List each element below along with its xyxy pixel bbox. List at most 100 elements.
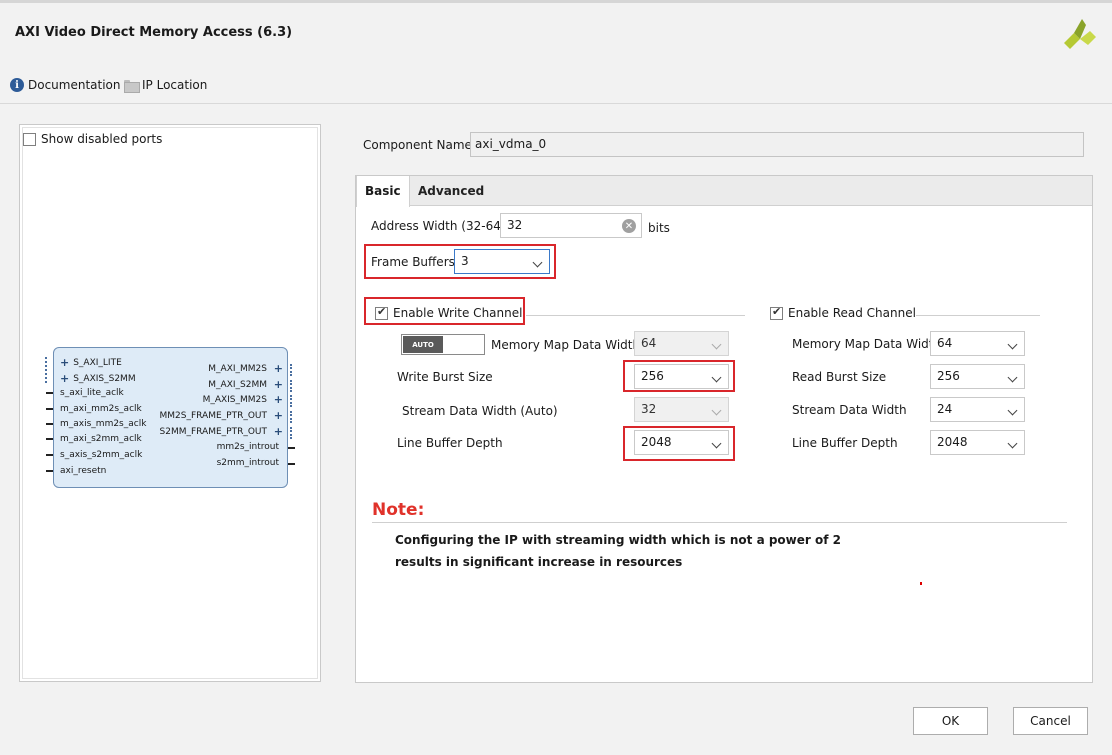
checkbox-box[interactable] xyxy=(375,305,388,320)
pin xyxy=(46,438,53,440)
pin xyxy=(46,408,53,410)
port-m-axi-s2mm: M_AXI_S2MM xyxy=(208,380,267,390)
write-mm-data-width-label: Memory Map Data Width xyxy=(491,338,641,352)
pin xyxy=(288,447,295,449)
info-icon: i xyxy=(10,78,24,92)
address-width-value: 32 xyxy=(507,218,523,232)
pin xyxy=(46,423,53,425)
show-disabled-ports-label: Show disabled ports xyxy=(41,132,163,146)
xilinx-logo xyxy=(1064,19,1096,49)
write-line-buffer-label: Line Buffer Depth xyxy=(397,436,503,450)
chevron-down-icon xyxy=(711,405,722,416)
enable-write-channel-label: Enable Write Channel xyxy=(393,306,523,320)
port-s-axis-s2mm: + S_AXIS_S2MM xyxy=(60,372,136,385)
component-name-label: Component Name xyxy=(363,138,472,152)
write-stream-width-select: 32 xyxy=(634,397,729,422)
port-s2mm-introut: s2mm_introut xyxy=(216,458,279,468)
read-section-rule xyxy=(916,315,1040,316)
write-section-rule xyxy=(526,315,745,316)
ip-location-link[interactable]: IP Location xyxy=(124,78,208,93)
checkbox-box[interactable] xyxy=(770,305,783,320)
show-disabled-ports-checkbox[interactable]: Show disabled ports xyxy=(23,132,162,146)
port-s-axis-s2mm-aclk: s_axis_s2mm_aclk xyxy=(60,450,143,460)
window-title: AXI Video Direct Memory Access (6.3) xyxy=(15,25,293,40)
red-dot xyxy=(920,582,922,585)
write-line-buffer-value: 2048 xyxy=(641,435,672,449)
bus-pin xyxy=(290,395,294,407)
port-axi-resetn: axi_resetn xyxy=(60,466,107,476)
note-rule xyxy=(372,522,1067,523)
note-line-2: results in significant increase in resou… xyxy=(395,555,683,569)
tab-advanced[interactable]: Advanced xyxy=(410,176,492,206)
read-mm-data-width-label: Memory Map Data Width xyxy=(792,337,942,351)
read-stream-width-value: 24 xyxy=(937,402,953,416)
note-title: Note: xyxy=(372,500,425,520)
window-top-border xyxy=(0,0,1112,3)
address-width-input[interactable]: 32 ✕ xyxy=(500,213,642,238)
plus-icon: + xyxy=(273,393,283,406)
pin xyxy=(46,470,53,472)
chevron-down-icon xyxy=(711,438,722,449)
header-divider xyxy=(0,103,1112,104)
enable-read-channel-label: Enable Read Channel xyxy=(788,306,916,320)
component-name-field[interactable]: axi_vdma_0 xyxy=(470,132,1084,157)
read-line-buffer-label: Line Buffer Depth xyxy=(792,436,898,450)
chevron-down-icon xyxy=(711,339,722,350)
port-m-axi-mm2s-aclk: m_axi_mm2s_aclk xyxy=(60,404,142,414)
bus-pin xyxy=(290,364,294,376)
documentation-link[interactable]: i Documentation xyxy=(10,78,121,92)
pin xyxy=(288,463,295,465)
chevron-down-icon xyxy=(1007,339,1018,350)
port-m-axis-mm2s-aclk: m_axis_mm2s_aclk xyxy=(60,419,147,429)
write-mm-data-width-select: 64 xyxy=(634,331,729,356)
port-mm2s-frame-ptr-out: MM2S_FRAME_PTR_OUT xyxy=(159,411,268,421)
frame-buffers-select[interactable]: 3 xyxy=(454,249,550,274)
auto-toggle-label: AUTO xyxy=(403,336,443,353)
cancel-button[interactable]: Cancel xyxy=(1013,707,1088,735)
address-width-label: Address Width (32-64) xyxy=(371,219,506,233)
read-stream-width-label: Stream Data Width xyxy=(792,403,907,417)
port-s-axi-lite: + S_AXI_LITE xyxy=(60,356,122,369)
auto-toggle[interactable]: AUTO xyxy=(401,334,485,355)
ok-button[interactable]: OK xyxy=(913,707,988,735)
enable-read-channel-checkbox[interactable]: Enable Read Channel xyxy=(770,305,916,320)
port-mm2s-introut: mm2s_introut xyxy=(216,442,279,452)
port-m-axi-s2mm-aclk: m_axi_s2mm_aclk xyxy=(60,434,142,444)
plus-icon: + xyxy=(273,362,283,375)
folder-icon xyxy=(124,79,140,93)
read-mm-data-width-select[interactable]: 64 xyxy=(930,331,1025,356)
read-line-buffer-value: 2048 xyxy=(937,435,968,449)
chevron-down-icon xyxy=(1007,372,1018,383)
checkbox-box[interactable] xyxy=(23,132,36,146)
ip-location-label: IP Location xyxy=(142,78,208,92)
read-burst-size-value: 256 xyxy=(937,369,960,383)
write-mm-data-width-value: 64 xyxy=(641,336,657,350)
read-burst-size-select[interactable]: 256 xyxy=(930,364,1025,389)
read-line-buffer-select[interactable]: 2048 xyxy=(930,430,1025,455)
frame-buffers-label: Frame Buffers xyxy=(371,255,455,269)
address-width-unit: bits xyxy=(648,221,670,235)
port-m-axis-mm2s: M_AXIS_MM2S xyxy=(202,395,267,405)
note-line-1: Configuring the IP with streaming width … xyxy=(395,533,841,547)
read-stream-width-select[interactable]: 24 xyxy=(930,397,1025,422)
plus-icon: + xyxy=(273,425,283,438)
pin xyxy=(46,454,53,456)
tab-basic[interactable]: Basic xyxy=(356,176,410,207)
port-s-axi-lite-aclk: s_axi_lite_aclk xyxy=(60,388,124,398)
bus-pin xyxy=(290,380,294,392)
write-line-buffer-select[interactable]: 2048 xyxy=(634,430,729,455)
enable-write-channel-checkbox[interactable]: Enable Write Channel xyxy=(375,305,523,320)
pin xyxy=(46,392,53,394)
write-burst-size-label: Write Burst Size xyxy=(397,370,493,384)
clear-icon[interactable]: ✕ xyxy=(622,219,636,233)
bus-pin xyxy=(45,357,51,383)
port-m-axi-mm2s: M_AXI_MM2S xyxy=(208,364,267,374)
write-burst-size-select[interactable]: 256 xyxy=(634,364,729,389)
chevron-down-icon xyxy=(532,257,543,268)
chevron-down-icon xyxy=(1007,405,1018,416)
ip-symbol-block: + S_AXI_LITE + S_AXIS_S2MM s_axi_lite_aclk… xyxy=(53,347,288,488)
read-burst-size-label: Read Burst Size xyxy=(792,370,887,384)
plus-icon: + xyxy=(273,378,283,391)
chevron-down-icon xyxy=(1007,438,1018,449)
plus-icon: + xyxy=(273,409,283,422)
